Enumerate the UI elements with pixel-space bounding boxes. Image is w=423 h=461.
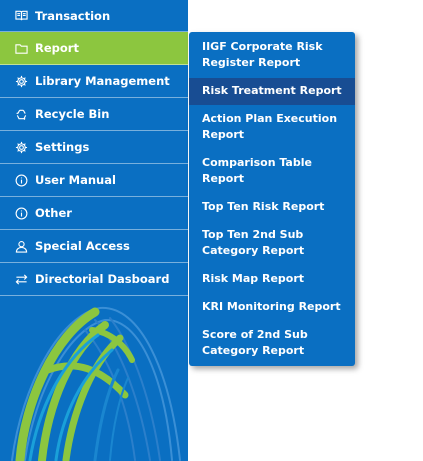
- sidebar-item-label: Settings: [35, 140, 90, 154]
- sidebar-item-label: Library Management: [35, 74, 170, 88]
- swap-arrows-icon: [14, 272, 28, 286]
- sidebar-item-report[interactable]: Report: [0, 32, 188, 65]
- sidebar-item-settings[interactable]: Settings: [0, 131, 188, 164]
- submenu-item-risk-treatment-report[interactable]: Risk Treatment Report: [189, 78, 355, 105]
- user-icon: [14, 239, 28, 253]
- report-submenu: IIGF Corporate Risk Register Report Risk…: [189, 32, 355, 366]
- sidebar-item-library-management[interactable]: Library Management: [0, 65, 188, 98]
- gear-icon: [14, 140, 28, 154]
- sidebar-item-label: Directorial Dasboard: [35, 272, 170, 286]
- sidebar-item-label: User Manual: [35, 173, 116, 187]
- book-icon: [14, 9, 28, 23]
- sidebar-nav: Transaction Report Library Management Re…: [0, 0, 188, 296]
- sidebar-item-label: Other: [35, 206, 72, 220]
- sidebar-item-recycle-bin[interactable]: Recycle Bin: [0, 98, 188, 131]
- sidebar-item-user-manual[interactable]: User Manual: [0, 164, 188, 197]
- submenu-item-top-ten-risk-report[interactable]: Top Ten Risk Report: [189, 199, 355, 215]
- submenu-item-top-ten-2nd-sub-category-report[interactable]: Top Ten 2nd Sub Category Report: [189, 227, 355, 259]
- sidebar-item-label: Transaction: [35, 8, 111, 23]
- sidebar-item-other[interactable]: Other: [0, 197, 188, 230]
- submenu-item-comparison-table-report[interactable]: Comparison Table Report: [189, 155, 355, 187]
- logo-arches-graphic: [11, 306, 181, 461]
- sidebar: Transaction Report Library Management Re…: [0, 0, 188, 461]
- info-icon: [14, 206, 28, 220]
- sidebar-item-special-access[interactable]: Special Access: [0, 230, 188, 263]
- submenu-item-risk-map-report[interactable]: Risk Map Report: [189, 271, 355, 287]
- info-icon: [14, 173, 28, 187]
- sidebar-item-transaction[interactable]: Transaction: [0, 0, 188, 32]
- submenu-item-score-of-2nd-sub-category-report[interactable]: Score of 2nd Sub Category Report: [189, 327, 355, 359]
- recycle-icon: [14, 107, 28, 121]
- gear-icon: [14, 74, 28, 88]
- submenu-item-kri-monitoring-report[interactable]: KRI Monitoring Report: [189, 299, 355, 315]
- submenu-item-iigf-corporate-risk-register-report[interactable]: IIGF Corporate Risk Register Report: [189, 39, 355, 71]
- submenu-item-action-plan-execution-report[interactable]: Action Plan Execution Report: [189, 111, 355, 143]
- sidebar-item-directorial-dashboard[interactable]: Directorial Dasboard: [0, 263, 188, 296]
- sidebar-item-label: Special Access: [35, 239, 130, 253]
- folder-icon: [14, 41, 28, 55]
- sidebar-item-label: Recycle Bin: [35, 107, 110, 121]
- sidebar-item-label: Report: [35, 41, 79, 55]
